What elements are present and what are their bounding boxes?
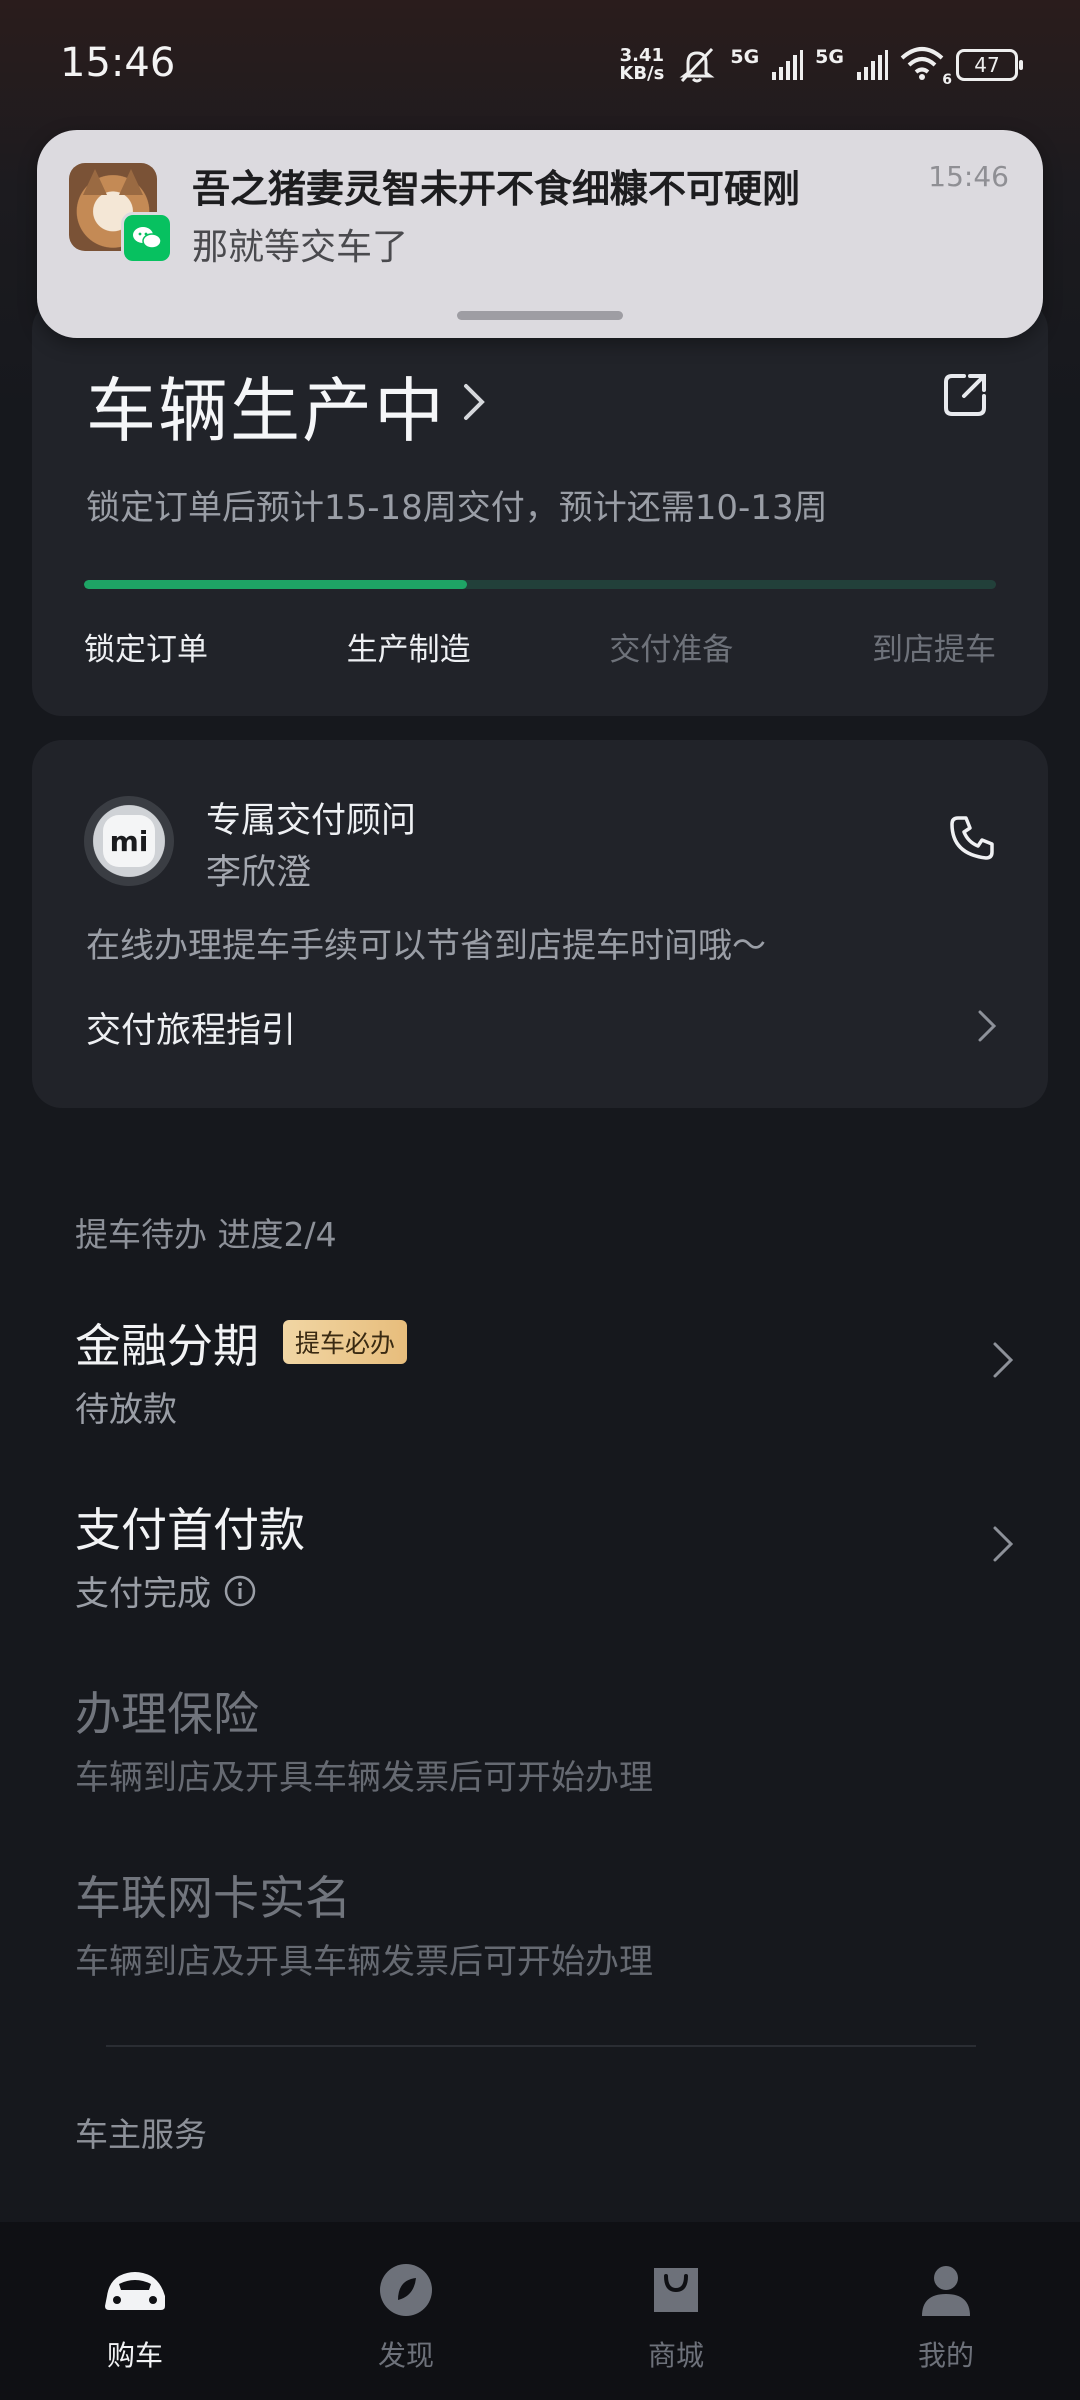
wechat-icon [121,212,173,264]
todo-header: 提车待办 进度2/4 [75,1215,337,1254]
chevron-right-icon[interactable] [991,1524,1015,1564]
step-store-pickup: 到店提车 [871,632,996,668]
todo-item-finance[interactable]: 金融分期 提车必办 待放款 [75,1310,1015,1431]
todo-status: 待放款 [75,1382,1015,1431]
step-production: 生产制造 [346,632,471,668]
advisor-tip: 在线办理提车手续可以节省到店提车时间哦～ [86,926,766,966]
signal-icon [857,50,888,80]
progress-steps: 锁定订单 生产制造 交付准备 到店提车 [84,624,996,669]
chevron-right-icon[interactable] [991,1340,1015,1380]
progress-track [84,580,996,589]
progress-fill [84,580,468,589]
delivery-guide-link[interactable]: 交付旅程指引 [86,1002,296,1053]
chevron-right-icon[interactable] [462,382,488,422]
signal-icon [772,50,804,80]
nav-label: 我的 [917,2339,974,2372]
todo-title: 办理保险 [75,1687,259,1741]
net-speed-unit: KB/s [619,63,665,84]
todo-status-text: 支付完成 [75,1574,211,1614]
nav-discover[interactable]: 发现 [316,2262,496,2374]
wifi-indicator: 6 [900,46,952,88]
advisor-card: mi 专属交付顾问 李欣澄 在线办理提车手续可以节省到店提车时间哦～ 交付旅程指… [32,740,1048,1108]
phone-icon[interactable] [948,814,996,862]
todo-status: 支付完成 [75,1566,1015,1615]
battery-level: 47 [956,49,1023,81]
todo-status-text: 待放款 [75,1390,177,1430]
status-bar: 15:46 3.41 KB/s 5G 5G 6 47 [0,0,1080,130]
advisor-name: 李欣澄 [206,853,312,893]
nav-buy-car[interactable]: 购车 [45,2262,225,2374]
bottom-nav: 购车 发现 商城 我的 [0,2222,1080,2400]
delivery-eta: 锁定订单后预计15-18周交付，预计还需10-13周 [86,488,828,528]
todo-item-down-payment[interactable]: 支付首付款 支付完成 [75,1494,1015,1615]
wifi-icon [900,47,944,80]
notification-time: 15:46 [928,160,1009,193]
todo-item-iot-sim: 车联网卡实名 车辆到店及开具车辆发票后可开始办理 [75,1862,1015,1983]
wechat-bubbles-icon [133,227,162,249]
todo-status-text: 车辆到店及开具车辆发票后可开始办理 [75,1758,653,1798]
notification-title: 吾之猪妻灵智未开不食细糠不可硬刚 [192,167,801,211]
wechat-notification[interactable]: 吾之猪妻灵智未开不食细糠不可硬刚 那就等交车了 15:46 [37,130,1043,338]
section-divider [106,2045,976,2047]
todo-item-insurance: 办理保险 车辆到店及开具车辆发票后可开始办理 [75,1678,1015,1799]
required-badge: 提车必办 [283,1319,408,1364]
owner-services-header: 车主服务 [75,2115,207,2154]
nav-label: 购车 [106,2339,163,2372]
notification-message: 那就等交车了 [192,227,409,268]
wifi-sub-label: 6 [942,72,952,88]
net-speed: 3.41 KB/s [619,47,664,83]
sim2-label: 5G [815,46,844,68]
nav-label: 发现 [377,2339,434,2372]
car-icon [105,2272,165,2310]
xiaomi-logo-mark: mi [103,815,155,867]
nav-profile[interactable]: 我的 [856,2262,1036,2374]
mute-bell-icon [679,47,715,83]
share-external-icon[interactable] [942,372,988,418]
todo-title: 车联网卡实名 [75,1871,351,1925]
shopping-bag-icon [654,2268,698,2312]
todo-status: 车辆到店及开具车辆发票后可开始办理 [75,1750,1015,1799]
chevron-right-icon[interactable] [976,1008,998,1044]
nav-store[interactable]: 商城 [586,2262,766,2374]
todo-status: 车辆到店及开具车辆发票后可开始办理 [75,1934,1015,1983]
step-lock-order: 锁定订单 [84,632,208,668]
compass-icon [380,2264,432,2316]
todo-title: 金融分期 提车必办 [75,1310,1015,1376]
order-status-card[interactable]: 车辆生产中 锁定订单后预计15-18周交付，预计还需10-13周 锁定订单 生产… [32,300,1048,716]
nav-label: 商城 [647,2339,704,2372]
step-delivery-prep: 交付准备 [609,632,734,668]
sim1-label: 5G [730,46,760,68]
todo-title-text: 金融分期 [75,1319,259,1373]
user-icon [922,2266,970,2316]
todo-title: 支付首付款 [75,1503,305,1557]
info-icon[interactable] [223,1574,257,1608]
todo-status-text: 车辆到店及开具车辆发票后可开始办理 [75,1942,653,1982]
status-icons: 3.41 KB/s 5G 5G 6 47 [619,42,1023,88]
advisor-role: 专属交付顾问 [206,801,417,841]
xiaomi-logo: mi [84,796,174,886]
status-time: 15:46 [60,40,176,86]
drag-handle[interactable] [457,311,623,320]
order-status-title[interactable]: 车辆生产中 [86,355,446,456]
